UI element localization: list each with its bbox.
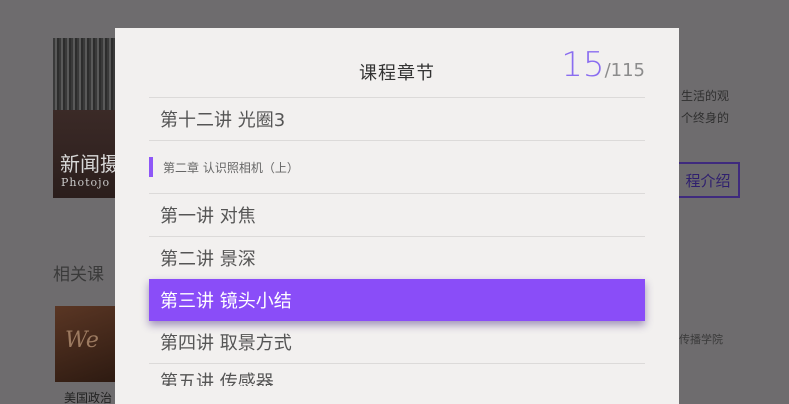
lesson-item[interactable]: 第五讲 传感器	[149, 364, 645, 386]
related-course-thumbnail[interactable]: We	[55, 306, 117, 382]
related-course-caption: 美国政治	[64, 391, 113, 404]
chapter-list-modal: 课程章节 15/115 第十二讲 光圈3 第二章 认识照相机（上） 第一讲 对焦…	[115, 28, 679, 404]
school-name: 传播学院	[679, 333, 723, 346]
course-thumbnail-title: 新闻摄	[60, 152, 119, 176]
lesson-item[interactable]: 第四讲 取景方式	[149, 321, 645, 363]
course-description-line-1: 生活的观	[681, 89, 730, 103]
counter-total: 115	[610, 60, 645, 81]
lesson-item[interactable]: 第十二讲 光圈3	[149, 98, 645, 140]
chapter-header: 第二章 认识照相机（上）	[149, 141, 645, 193]
chapter-accent-bar	[149, 157, 153, 177]
lesson-label: 第三讲 镜头小结	[160, 291, 292, 312]
course-description-line-2: 个终身的	[681, 111, 730, 125]
lesson-item[interactable]: 第一讲 对焦	[149, 194, 645, 236]
lesson-label: 第五讲 传感器	[160, 372, 274, 386]
lesson-label: 第四讲 取景方式	[160, 333, 292, 354]
related-thumbnail-script: We	[65, 328, 99, 353]
counter-current: 15	[561, 45, 605, 85]
course-thumbnail-subtitle: Photojo	[61, 176, 111, 189]
lesson-label: 第一讲 对焦	[160, 206, 256, 227]
lesson-item[interactable]: 第二讲 景深	[149, 237, 645, 279]
course-intro-button[interactable]: 程介绍	[676, 162, 740, 198]
course-thumbnail[interactable]: 新闻摄 Photojo	[53, 38, 119, 198]
related-courses-heading: 相关课	[53, 265, 104, 285]
lesson-counter: 15/115	[561, 45, 645, 85]
chapter-label: 第二章 认识照相机（上）	[163, 160, 299, 175]
chapter-list: 第十二讲 光圈3 第二章 认识照相机（上） 第一讲 对焦 第二讲 景深 第三讲 …	[149, 97, 645, 386]
lesson-label: 第二讲 景深	[160, 249, 256, 270]
lesson-label: 第十二讲 光圈3	[160, 110, 286, 131]
lesson-item-selected[interactable]: 第三讲 镜头小结	[149, 279, 645, 321]
